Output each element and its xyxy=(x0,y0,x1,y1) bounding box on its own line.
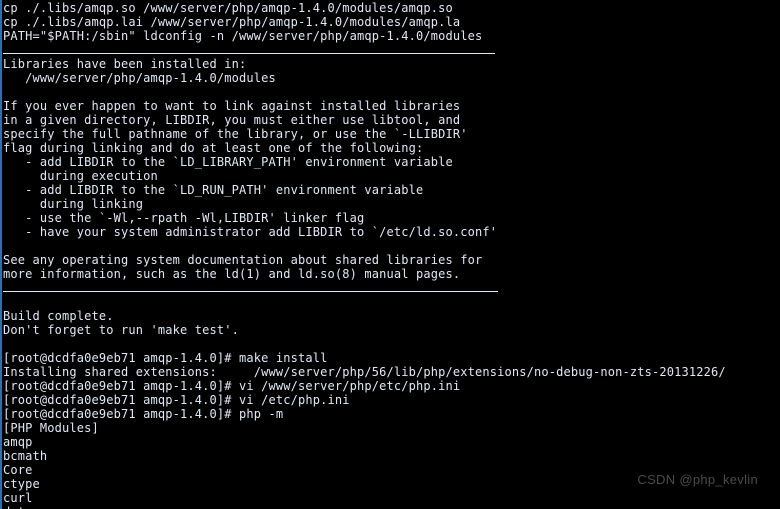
terminal-output-line: PATH="$PATH:/sbin" ldconfig -n /www/serv… xyxy=(3,29,483,43)
terminal-left-rail xyxy=(0,0,2,509)
terminal-output-line: Build complete. xyxy=(3,309,114,323)
terminal-output-line: in a given directory, LIBDIR, you must e… xyxy=(3,113,461,127)
terminal-output-line: bcmath xyxy=(3,449,48,463)
terminal-prompt-line[interactable]: [root@dcdfa0e9eb71 amqp-1.4.0]# vi /etc/… xyxy=(3,393,780,407)
terminal-output-console[interactable]: cp ./.libs/amqp.so /www/server/php/amqp-… xyxy=(3,0,780,509)
terminal-output-line: - add LIBDIR to the `LD_LIBRARY_PATH' en… xyxy=(3,155,453,169)
terminal-output-line: specify the full pathname of the library… xyxy=(3,127,468,141)
terminal-output-line: more information, such as the ld(1) and … xyxy=(3,267,461,281)
terminal-prompt-line[interactable]: [root@dcdfa0e9eb71 amqp-1.4.0]# php -m xyxy=(3,407,780,421)
terminal-output-line: - use the `-Wl,--rpath -Wl,LIBDIR' linke… xyxy=(3,211,365,225)
terminal-output-line: date xyxy=(3,505,780,509)
terminal-output-line: If you ever happen to want to link again… xyxy=(3,99,461,113)
terminal-window[interactable]: cp ./.libs/amqp.so /www/server/php/amqp-… xyxy=(0,0,780,509)
csdn-watermark: CSDN @php_kevlin xyxy=(637,472,758,487)
terminal-output-line: - add LIBDIR to the `LD_RUN_PATH' enviro… xyxy=(3,183,424,197)
terminal-prompt-line[interactable]: [root@dcdfa0e9eb71 amqp-1.4.0]# make ins… xyxy=(3,351,780,365)
terminal-output-line: during execution xyxy=(3,169,158,183)
terminal-output-line: curl xyxy=(3,491,33,505)
terminal-output-line: during linking xyxy=(3,197,144,211)
separator-rule xyxy=(3,43,780,57)
terminal-output-line: amqp xyxy=(3,435,33,449)
separator-rule xyxy=(3,281,780,295)
terminal-output-line: - have your system administrator add LIB… xyxy=(3,225,498,239)
terminal-output-line: cp ./.libs/amqp.so /www/server/php/amqp-… xyxy=(3,1,453,15)
terminal-output-line: [PHP Modules] xyxy=(3,421,99,435)
terminal-output-line: Installing shared extensions: /www/serve… xyxy=(3,365,726,379)
terminal-prompt-line[interactable]: [root@dcdfa0e9eb71 amqp-1.4.0]# vi /www/… xyxy=(3,379,780,393)
terminal-output-line: cp ./.libs/amqp.lai /www/server/php/amqp… xyxy=(3,15,461,29)
terminal-output-line: See any operating system documentation a… xyxy=(3,253,483,267)
terminal-output-line: /www/server/php/amqp-1.4.0/modules xyxy=(3,71,276,85)
terminal-output-line: Libraries have been installed in: xyxy=(3,57,247,71)
terminal-output-line: Don't forget to run 'make test'. xyxy=(3,323,239,337)
terminal-output-line: flag during linking and do at least one … xyxy=(3,141,424,155)
